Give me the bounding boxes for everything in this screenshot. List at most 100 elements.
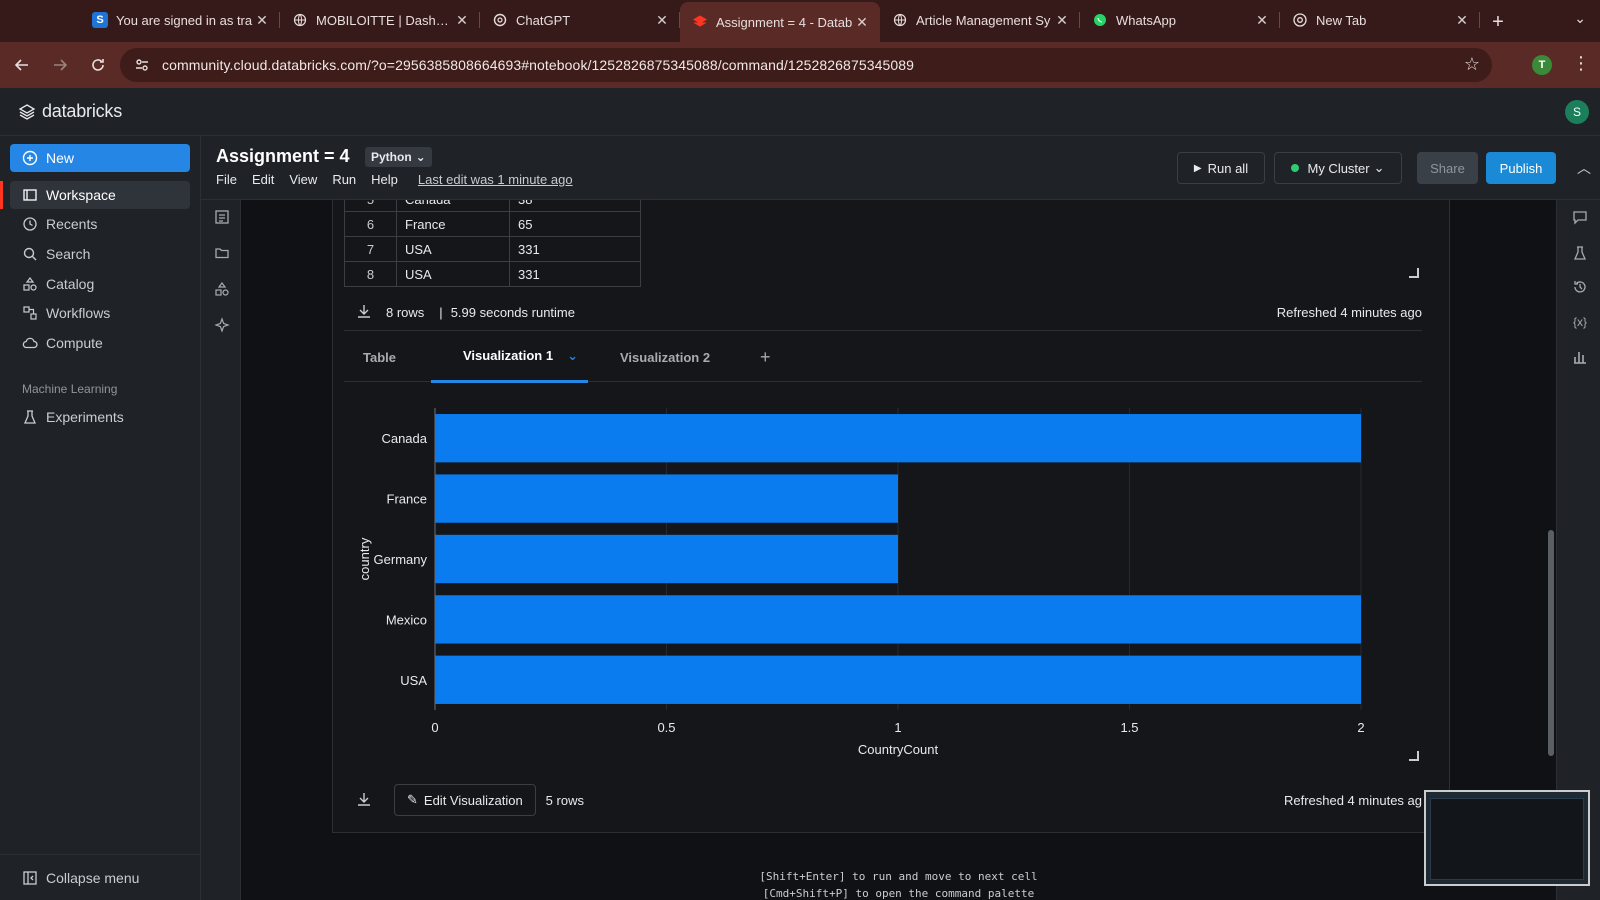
experiment-flask-icon[interactable] <box>1571 244 1589 262</box>
add-tab-plus-icon[interactable]: + <box>760 331 771 383</box>
url-text[interactable]: community.cloud.databricks.com/?o=295638… <box>162 57 914 73</box>
hint-line-1: [Shift+Enter] to run and move to next ce… <box>759 870 1038 883</box>
chevron-down-icon: ⌄ <box>415 150 426 164</box>
tab-visualization-2[interactable]: Visualization 2 <box>620 331 710 383</box>
browser-tab[interactable]: S You are signed in as tra ✕ <box>80 2 280 38</box>
resize-handle-icon[interactable] <box>1409 268 1419 278</box>
assistant-sparkle-icon[interactable] <box>213 316 231 334</box>
catalog-shapes-icon[interactable] <box>213 280 231 298</box>
x-tick-label: 0 <box>431 720 438 735</box>
comments-icon[interactable] <box>1571 208 1589 226</box>
menu-file[interactable]: File <box>216 172 237 187</box>
sidebar-item-label: Workflows <box>46 305 111 321</box>
chevron-down-icon: ⌄ <box>1373 160 1385 175</box>
forward-button[interactable] <box>44 49 76 81</box>
sidebar-item-recents[interactable]: Recents <box>10 210 190 238</box>
close-tab-icon[interactable]: ✕ <box>854 14 870 31</box>
close-tab-icon[interactable]: ✕ <box>1454 12 1470 29</box>
bar[interactable] <box>435 655 1361 704</box>
language-selector[interactable]: Python ⌄ <box>365 147 432 167</box>
bar[interactable] <box>435 414 1361 463</box>
tab-table[interactable]: Table <box>363 331 396 383</box>
user-avatar[interactable]: S <box>1565 100 1589 124</box>
bar-chart: Canada France Germany Mexico USA 0 0.5 1 1.5 2 Cou… <box>357 408 1365 757</box>
browser-profile-avatar[interactable]: T <box>1532 55 1552 75</box>
sidebar-item-label: Workspace <box>46 187 116 203</box>
bookmark-star-icon[interactable]: ☆ <box>1464 54 1480 75</box>
close-tab-icon[interactable]: ✕ <box>654 12 670 29</box>
scrollbar[interactable] <box>1548 530 1554 756</box>
tab-search-chevron-icon[interactable]: ⌄ <box>1574 10 1586 27</box>
bar[interactable] <box>435 534 898 584</box>
sidebar-item-experiments[interactable]: Experiments <box>10 403 190 431</box>
menu-help[interactable]: Help <box>371 172 398 187</box>
close-tab-icon[interactable]: ✕ <box>1054 12 1070 29</box>
sidebar-item-label: Recents <box>46 216 98 232</box>
chevron-down-icon[interactable]: ⌄ <box>567 348 578 364</box>
table-cell-idx: 6 <box>344 211 397 237</box>
history-icon[interactable] <box>1571 278 1589 296</box>
y-tick-label: USA <box>400 673 427 688</box>
resize-handle-icon[interactable] <box>1409 751 1419 761</box>
table-of-contents-icon[interactable] <box>213 208 231 226</box>
edit-visualization-button[interactable]: ✎ Edit Visualization <box>394 784 536 816</box>
keyboard-hints: [Shift+Enter] to run and move to next ce… <box>241 868 1556 900</box>
cloud-icon <box>22 335 38 351</box>
run-all-button[interactable]: ▶ Run all <box>1177 152 1265 184</box>
collapse-menu-button[interactable]: Collapse menu <box>10 864 190 892</box>
bar[interactable] <box>435 474 898 523</box>
new-button-label: New <box>46 150 75 166</box>
new-tab-button[interactable]: + <box>1484 8 1512 36</box>
result-table: 5Canada386France657USA3318USA331 <box>344 200 641 287</box>
folder-icon[interactable] <box>213 244 231 262</box>
tab-visualization-1[interactable]: Visualization 1 ⌄ <box>431 331 588 383</box>
publish-button[interactable]: Publish <box>1486 152 1556 184</box>
new-button[interactable]: New <box>10 144 190 172</box>
browser-tab[interactable]: ChatGPT ✕ <box>480 2 680 38</box>
sidebar-item-catalog[interactable]: Catalog <box>10 270 190 298</box>
bar-chart-icon[interactable] <box>1571 348 1589 366</box>
sidebar-item-search[interactable]: Search <box>10 240 190 268</box>
databricks-logo[interactable]: databricks <box>18 101 122 122</box>
download-icon[interactable] <box>356 791 372 810</box>
close-tab-icon[interactable]: ✕ <box>254 12 270 29</box>
back-button[interactable] <box>6 49 38 81</box>
browser-tab[interactable]: Assignment = 4 - Datab ✕ <box>680 2 880 42</box>
visualization-row-count: 5 rows <box>545 792 584 808</box>
share-button[interactable]: Share <box>1417 152 1478 184</box>
close-tab-icon[interactable]: ✕ <box>1254 12 1270 29</box>
cluster-selector[interactable]: My Cluster ⌄ <box>1274 152 1402 184</box>
sidebar-item-compute[interactable]: Compute <box>10 329 190 357</box>
site-settings-icon[interactable] <box>134 57 150 73</box>
browser-tab[interactable]: MOBILOITTE | Dashboa ✕ <box>280 2 480 38</box>
menu-run[interactable]: Run <box>332 172 356 187</box>
search-icon <box>22 246 38 262</box>
browser-menu-icon[interactable]: ⋮ <box>1572 53 1590 74</box>
browser-tab[interactable]: Article Management Sy ✕ <box>880 2 1080 38</box>
notebook-menu-bar: File Edit View Run Help Last edit was 1 minut… <box>216 172 588 187</box>
address-bar[interactable]: community.cloud.databricks.com/?o=295638… <box>120 48 1492 82</box>
browser-tab[interactable]: WhatsApp ✕ <box>1080 2 1280 38</box>
sidebar-item-workspace[interactable]: Workspace <box>10 181 190 209</box>
globe-icon <box>292 12 308 28</box>
variables-icon[interactable]: {x} <box>1571 313 1589 331</box>
chatgpt-icon <box>492 12 508 28</box>
chrome-icon <box>1292 12 1308 28</box>
sidebar-item-workflows[interactable]: Workflows <box>10 299 190 327</box>
tab-visualization-1-label: Visualization 1 <box>463 348 554 363</box>
download-icon[interactable] <box>356 303 372 322</box>
menu-view[interactable]: View <box>289 172 317 187</box>
menu-edit[interactable]: Edit <box>252 172 274 187</box>
chevron-up-icon[interactable]: ︿ <box>1577 158 1591 178</box>
browser-tab[interactable]: New Tab ✕ <box>1280 2 1480 38</box>
close-tab-icon[interactable]: ✕ <box>454 12 470 29</box>
refreshed-time: Refreshed 4 minutes ago <box>1276 304 1422 320</box>
notebook-title[interactable]: Assignment = 4 <box>216 146 350 167</box>
divider: | <box>439 304 443 320</box>
play-icon: ▶ <box>1193 162 1202 174</box>
last-edit-link[interactable]: Last edit was 1 minute ago <box>418 172 573 187</box>
reload-button[interactable] <box>82 49 114 81</box>
bar[interactable] <box>435 595 1361 644</box>
y-tick-label: Germany <box>374 552 428 567</box>
browser-tab-title: Article Management Sy <box>916 12 1051 28</box>
